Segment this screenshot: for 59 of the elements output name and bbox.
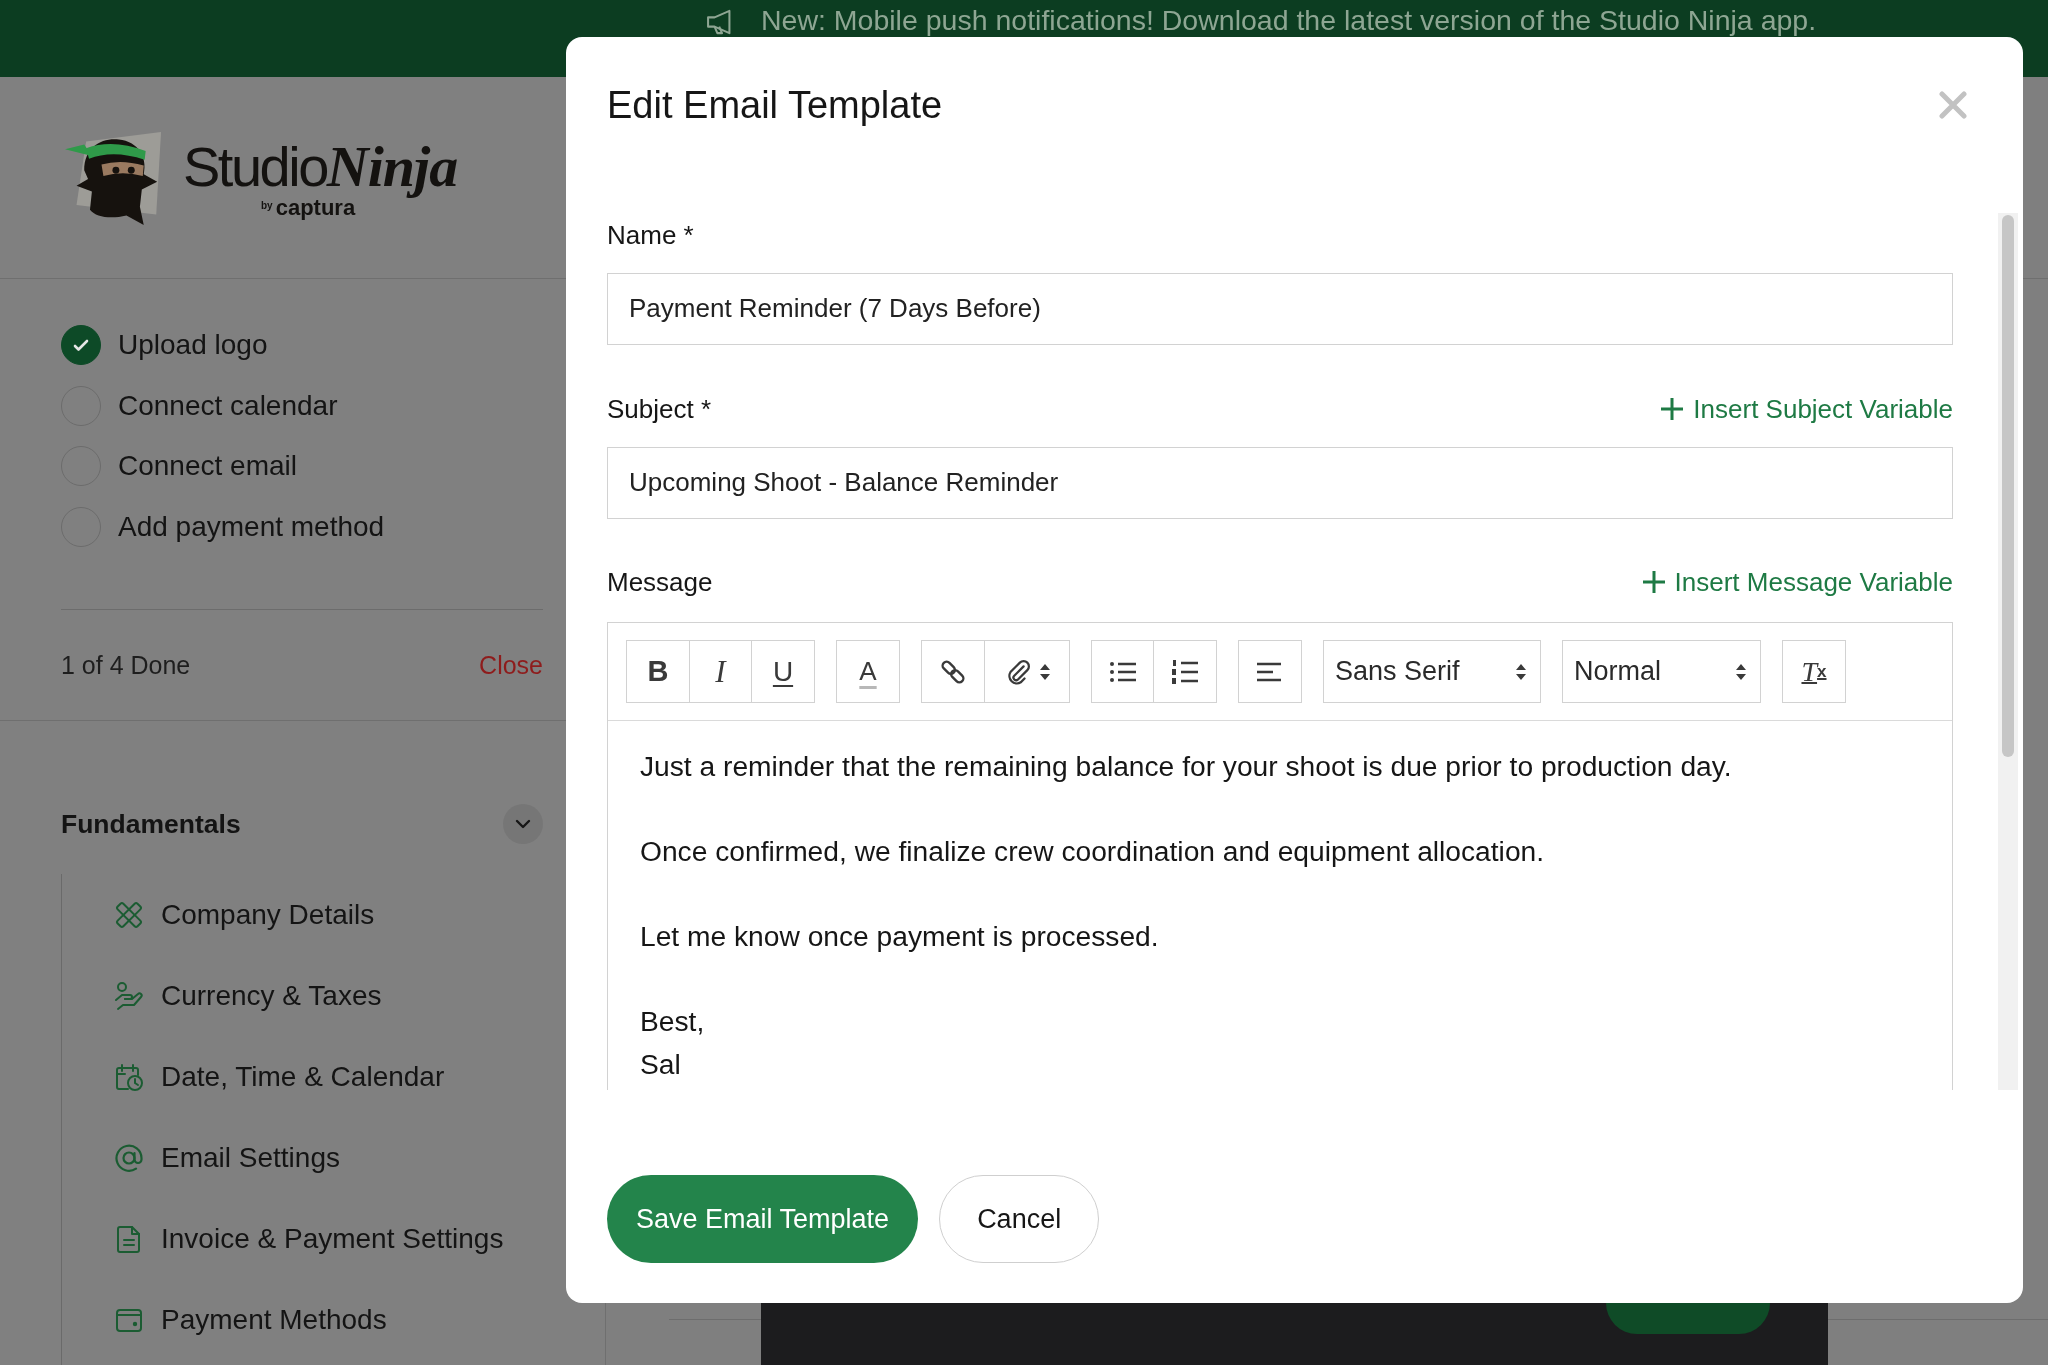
insert-variable-link[interactable]: Insert Message Variable	[1641, 566, 1953, 598]
underline-button[interactable]: U	[751, 640, 815, 703]
dialog-title: Edit Email Template	[607, 83, 943, 127]
chevron-down-icon	[515, 819, 531, 829]
attachment-button[interactable]	[983, 640, 1070, 703]
nav-item[interactable]: Company Details	[114, 874, 375, 955]
field-label: Name *	[607, 219, 694, 251]
checkbox[interactable]	[61, 325, 101, 366]
at-sign-icon	[114, 1142, 144, 1173]
field-label: Subject *	[607, 393, 712, 425]
message-text: Best,	[640, 1004, 705, 1039]
section-title: Fundamentals	[61, 808, 241, 841]
toolbar-dropdown[interactable]: Normal	[1562, 640, 1761, 703]
progress-text: 1 of 4 Done	[61, 650, 191, 680]
message-text: Let me know once payment is processed.	[640, 919, 1159, 954]
ordered-list-button[interactable]	[1153, 640, 1217, 703]
message-text: Sal	[640, 1047, 681, 1082]
checklist-item[interactable]: Connect calendar	[118, 388, 338, 423]
bold-button[interactable]: B	[626, 640, 690, 703]
sort-caret-icon	[1736, 663, 1746, 680]
sort-caret-icon	[1039, 663, 1050, 680]
announcement-text: New: Mobile push notifications! Download the latest version of the Studio Ninja app.	[761, 5, 1817, 35]
nav-item[interactable]: Email Settings	[114, 1117, 340, 1198]
align-button[interactable]	[1238, 640, 1302, 703]
nav-item[interactable]: Invoice & Payment Settings	[114, 1198, 504, 1279]
italic-button[interactable]: I	[688, 640, 753, 703]
nav-item[interactable]: Currency & Taxes	[114, 955, 382, 1036]
link-button[interactable]	[921, 640, 985, 703]
scrollbar-thumb[interactable]	[2002, 215, 2014, 757]
text-input[interactable]: Payment Reminder (7 Days Before)	[607, 273, 1953, 345]
text-color-button[interactable]: A	[836, 640, 900, 703]
checklist-item[interactable]: Upload logo	[118, 328, 268, 363]
expand-toggle[interactable]	[503, 804, 543, 844]
calendar-clock-icon	[114, 1061, 144, 1092]
plus-icon	[1660, 397, 1685, 421]
sort-caret-icon	[1516, 663, 1526, 680]
pencil-ruler-icon	[114, 899, 144, 930]
text-input[interactable]: Upcoming Shoot - Balance Reminder	[607, 447, 1953, 519]
checklist-item[interactable]: Add payment method	[118, 509, 385, 544]
toolbar-dropdown[interactable]: Sans Serif	[1323, 640, 1541, 703]
align-left-icon	[1257, 661, 1283, 682]
bullet-list-icon	[1109, 660, 1136, 683]
primary-button[interactable]: Save Email Template	[607, 1175, 919, 1263]
insert-variable-link[interactable]: Insert Subject Variable	[1660, 393, 1953, 425]
message-text: Once confirmed, we finalize crew coordination and equipment allocation.	[640, 834, 1545, 869]
hand-coin-icon	[114, 980, 144, 1011]
plus-icon	[1641, 570, 1666, 594]
nav-item[interactable]: Date, Time & Calendar	[114, 1036, 445, 1117]
message-text: Just a reminder that the remaining balance for your shoot is due prior to production day.	[640, 749, 1732, 784]
field-label: Message	[607, 566, 713, 598]
logo-wordmark: StudioNinja	[183, 136, 458, 197]
numbered-list-icon	[1172, 659, 1198, 684]
bullet-list-button[interactable]	[1090, 640, 1155, 703]
logo-byline: $^{by}$ captura	[261, 194, 356, 219]
secondary-button[interactable]: Cancel	[939, 1175, 1100, 1263]
checklist-item[interactable]: Connect email	[118, 449, 297, 484]
nav-item[interactable]: Payment Methods	[114, 1279, 387, 1360]
link-icon	[940, 658, 966, 685]
checkmark-icon	[73, 338, 89, 352]
